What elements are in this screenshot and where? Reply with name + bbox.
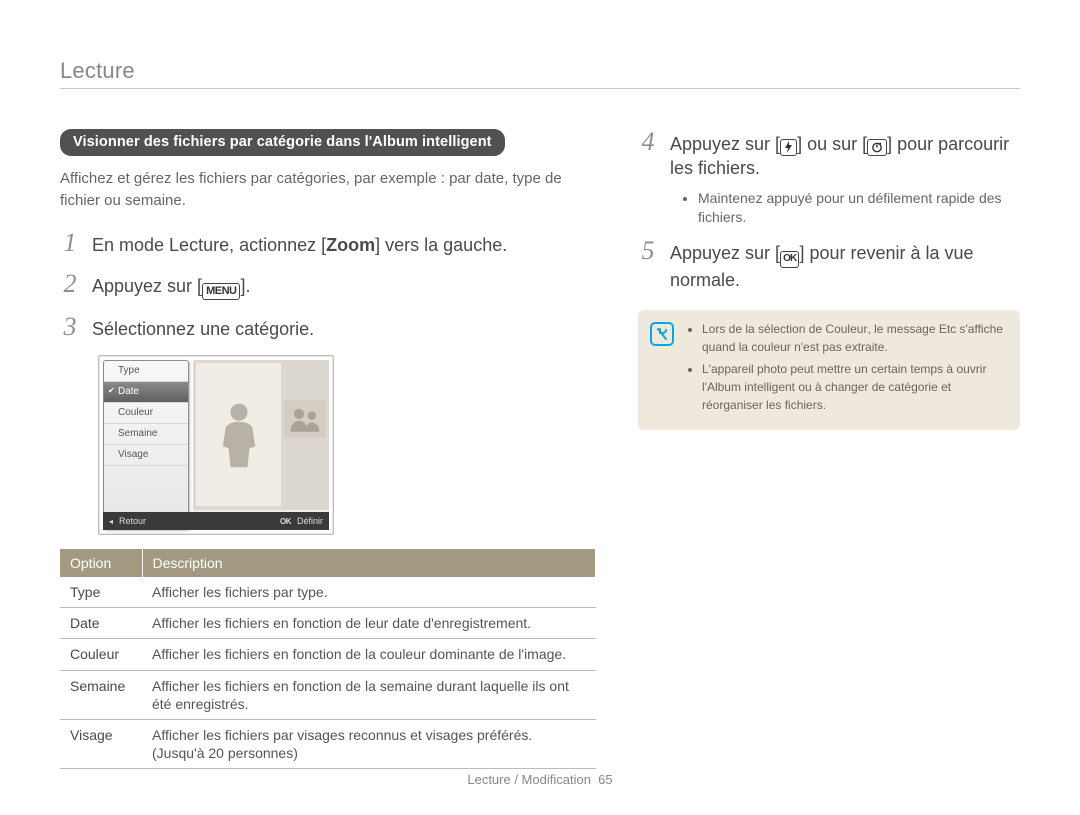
mock-footer-bar: ◂ Retour OK Définir: [103, 512, 329, 530]
table-row: Couleur Afficher les fichiers en fonctio…: [60, 639, 596, 670]
table-row: Semaine Afficher les fichiers en fonctio…: [60, 670, 596, 719]
table-row: Visage Afficher les fichiers par visages…: [60, 720, 596, 769]
options-table-header-desc: Description: [142, 549, 596, 577]
note-item-1: Lors de la sélection de Couleur, le mess…: [702, 320, 1006, 356]
step-5: 5 Appuyez sur [OK] pour revenir à la vue…: [638, 238, 1020, 292]
mock-menu-item-visage: Visage: [104, 445, 188, 466]
step-text: Appuyez sur [] ou sur [] pour parcourir …: [670, 132, 1020, 181]
mock-footer-back: Retour: [119, 516, 146, 526]
manual-page: Lecture Visionner des fichiers par catég…: [0, 0, 1080, 815]
step-3: 3 Sélectionnez une catégorie.: [60, 314, 596, 341]
mock-menu-item-couleur: Couleur: [104, 403, 188, 424]
mock-footer-ok: Définir: [297, 516, 323, 526]
topic-description: Affichez et gérez les fichiers par catég…: [60, 168, 596, 212]
mock-menu-item-type: Type: [104, 361, 188, 382]
divider: [60, 88, 1020, 89]
mock-menu-item-date: Date: [104, 382, 188, 403]
mock-category-menu: Type Date Couleur Semaine Visage: [103, 360, 189, 530]
table-row: Type Afficher les fichiers par type.: [60, 577, 596, 608]
step-1: 1 En mode Lecture, actionnez [Zoom] vers…: [60, 230, 596, 257]
step-number: 4: [638, 129, 658, 155]
footer-section: Lecture / Modification: [467, 772, 591, 787]
step-text: En mode Lecture, actionnez [Zoom] vers l…: [92, 233, 507, 257]
mock-menu-item-semaine: Semaine: [104, 424, 188, 445]
step-4-bullet: Maintenez appuyé pour un défilement rapi…: [698, 189, 1020, 228]
left-column: Visionner des fichiers par catégorie dan…: [60, 129, 596, 769]
footer-page-number: 65: [598, 772, 612, 787]
section-header: Lecture: [60, 58, 1020, 89]
step-text: Sélectionnez une catégorie.: [92, 317, 314, 341]
note-item-2: L'appareil photo peut mettre un certain …: [702, 360, 1006, 414]
table-row: Date Afficher les fichiers en fonction d…: [60, 608, 596, 639]
step-number: 2: [60, 271, 80, 297]
mock-preview-area: 2 3 ▸: [193, 360, 329, 530]
ok-key-icon: OK: [280, 517, 291, 526]
section-title: Lecture: [60, 58, 1020, 84]
page-footer: Lecture / Modification 65: [0, 772, 1080, 787]
step-4: 4 Appuyez sur [] ou sur [] pour parcouri…: [638, 129, 1020, 181]
camera-screen-mock: Type Date Couleur Semaine Visage: [98, 355, 334, 535]
info-note-box: Lors de la sélection de Couleur, le mess…: [638, 310, 1020, 430]
people-silhouette-icon: [288, 406, 322, 432]
options-table: Option Description Type Afficher les fic…: [60, 549, 596, 769]
step-text: Appuyez sur [OK] pour revenir à la vue n…: [670, 241, 1020, 292]
menu-key-icon: MENU: [202, 283, 240, 300]
person-silhouette-icon: [220, 400, 258, 470]
right-column: 4 Appuyez sur [] ou sur [] pour parcouri…: [638, 129, 1020, 769]
ok-key-icon: OK: [780, 251, 799, 268]
mock-side-thumb: [284, 400, 326, 438]
step-2: 2 Appuyez sur [MENU].: [60, 271, 596, 300]
flash-key-icon: [780, 139, 797, 156]
triangle-left-icon: ◂: [109, 517, 113, 526]
step-4-sub-bullets: Maintenez appuyé pour un défilement rapi…: [684, 189, 1020, 228]
timer-key-icon: [867, 139, 887, 156]
step-number: 5: [638, 238, 658, 264]
step-number: 3: [60, 314, 80, 340]
step-number: 1: [60, 230, 80, 256]
mock-main-thumb: [196, 363, 281, 506]
info-icon: [650, 322, 674, 346]
steps-list: 1 En mode Lecture, actionnez [Zoom] vers…: [60, 230, 596, 342]
options-table-header-option: Option: [60, 549, 142, 577]
two-column-layout: Visionner des fichiers par catégorie dan…: [60, 129, 1020, 769]
topic-pill: Visionner des fichiers par catégorie dan…: [60, 129, 505, 156]
step-text: Appuyez sur [MENU].: [92, 274, 250, 300]
